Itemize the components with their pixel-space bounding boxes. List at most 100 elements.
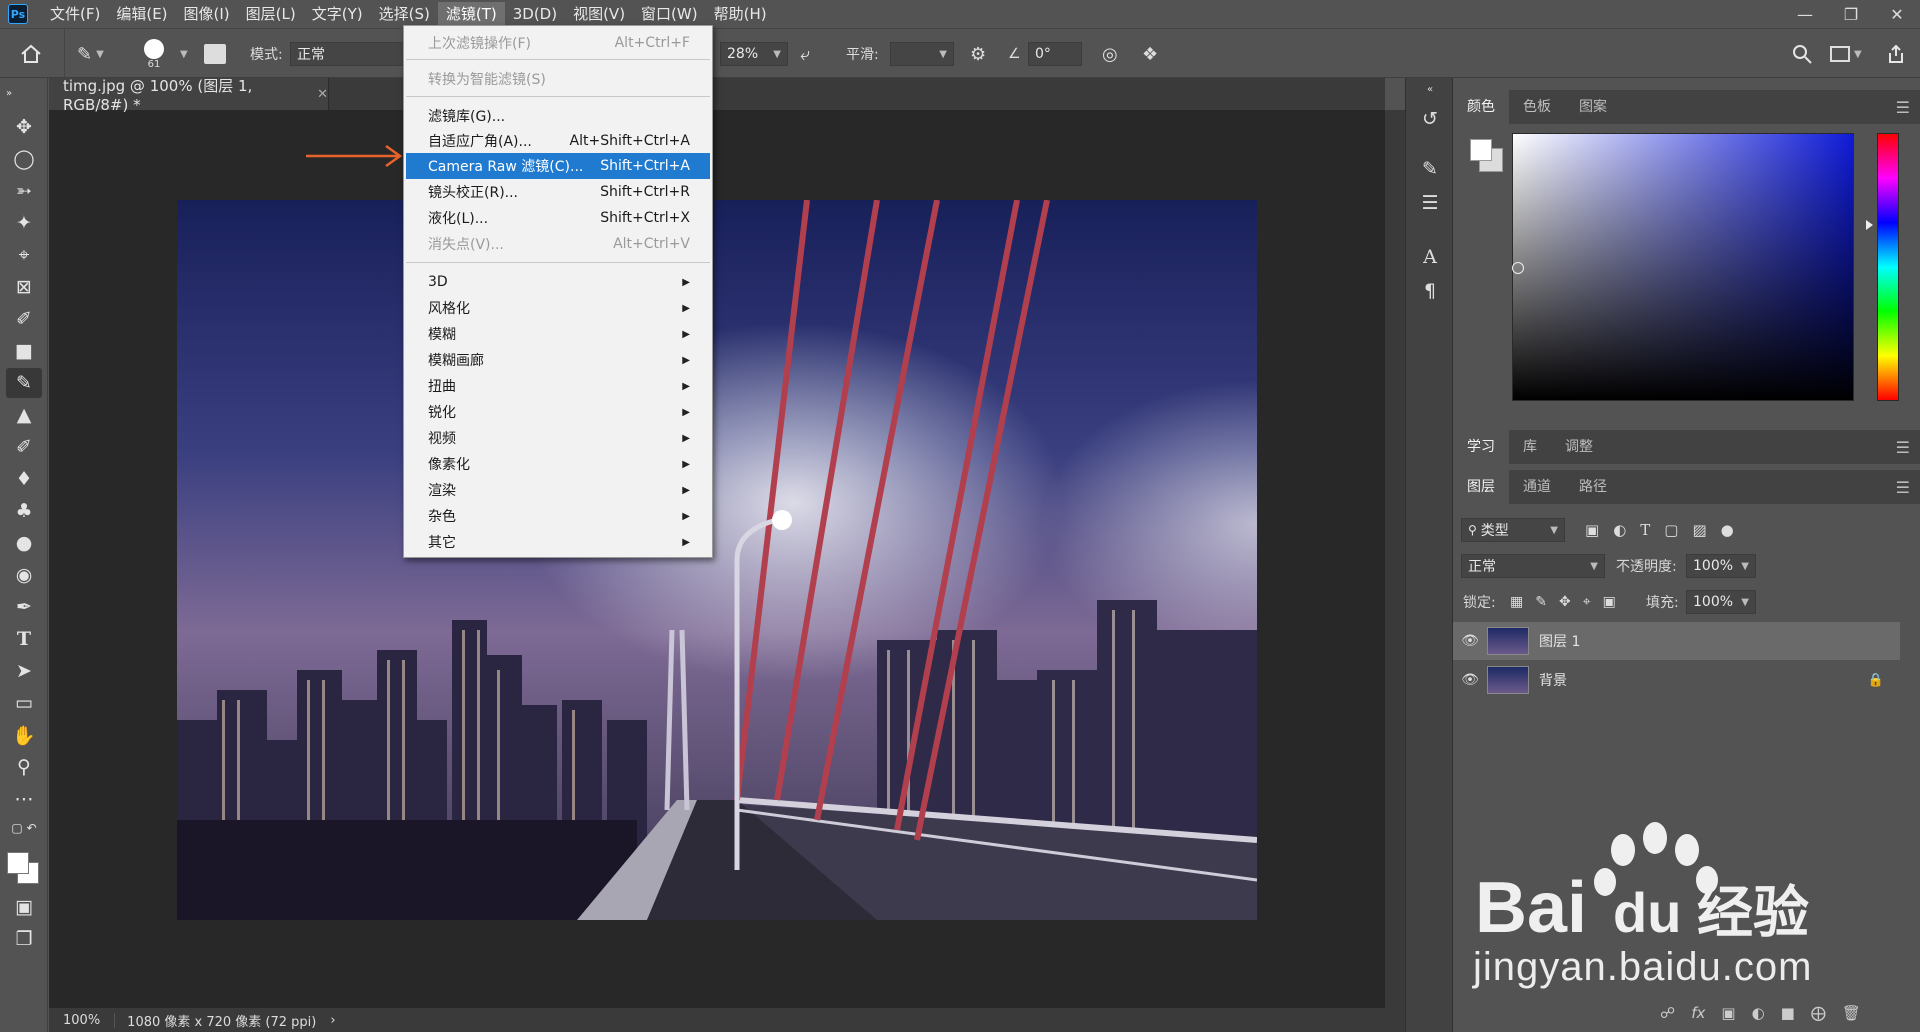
brushes-icon[interactable]: ☰ bbox=[1414, 188, 1446, 218]
lock-pixels-icon[interactable]: ✎ bbox=[1535, 594, 1547, 610]
brush-size-picker[interactable]: 61 bbox=[144, 29, 164, 79]
hue-slider-handle[interactable] bbox=[1866, 220, 1873, 230]
pressure-opacity-icon[interactable]: ◎ bbox=[1102, 29, 1118, 79]
quick-mask-icon[interactable]: ▣ bbox=[6, 892, 42, 922]
pixel-filter-icon[interactable]: ▣ bbox=[1585, 521, 1599, 539]
menu-item-lens-correction[interactable]: 镜头校正(R)... Shift+Ctrl+R bbox=[406, 179, 710, 205]
trash-icon[interactable]: 🗑 bbox=[1842, 1004, 1861, 1022]
document-tab[interactable]: timg.jpg @ 100% (图层 1, RGB/8#) * ✕ bbox=[49, 77, 329, 114]
panel-menu-icon[interactable]: ☰ bbox=[1896, 98, 1910, 117]
pen-tool-icon[interactable]: ✒ bbox=[6, 592, 42, 622]
link-layers-icon[interactable]: ☍ bbox=[1660, 1004, 1675, 1022]
menu-type[interactable]: 文字(Y) bbox=[304, 2, 371, 26]
panel-menu-icon[interactable]: ☰ bbox=[1896, 438, 1910, 457]
vertical-scrollbar[interactable] bbox=[1385, 110, 1405, 1008]
brush-settings-icon[interactable]: ✎ bbox=[1414, 154, 1446, 184]
tab-learn[interactable]: 学习 bbox=[1453, 430, 1509, 464]
menu-help[interactable]: 帮助(H) bbox=[706, 2, 775, 26]
lock-transparent-icon[interactable]: ▦ bbox=[1510, 594, 1523, 610]
add-mask-icon[interactable]: ▣ bbox=[1721, 1004, 1735, 1022]
marquee-tool-icon[interactable]: ◯ bbox=[6, 144, 42, 174]
screen-mode-icon[interactable]: ❐ bbox=[6, 924, 42, 954]
share-icon[interactable] bbox=[1886, 29, 1906, 79]
menu-select[interactable]: 选择(S) bbox=[371, 2, 438, 26]
chevron-right-icon[interactable]: › bbox=[316, 1013, 335, 1028]
minimize-icon[interactable]: — bbox=[1782, 0, 1828, 28]
history-icon[interactable]: ↺ bbox=[1414, 104, 1446, 134]
menu-image[interactable]: 图像(I) bbox=[176, 2, 238, 26]
lock-position-icon[interactable]: ✥ bbox=[1559, 594, 1571, 610]
menu-item-stylize[interactable]: 风格化 ▶ bbox=[406, 295, 710, 321]
tab-swatches[interactable]: 色板 bbox=[1509, 90, 1565, 124]
search-icon[interactable] bbox=[1792, 29, 1812, 79]
menu-item-blur[interactable]: 模糊 ▶ bbox=[406, 321, 710, 347]
menu-3d[interactable]: 3D(D) bbox=[505, 2, 565, 26]
layer-name[interactable]: 图层 1 bbox=[1539, 631, 1580, 651]
lock-all-icon[interactable]: ▣ bbox=[1603, 594, 1616, 610]
layer-name[interactable]: 背景 bbox=[1539, 670, 1567, 690]
menu-item-noise[interactable]: 杂色 ▶ bbox=[406, 503, 710, 529]
menu-item-3d[interactable]: 3D ▶ bbox=[406, 269, 710, 295]
collapse-icon[interactable]: » bbox=[6, 86, 42, 100]
dodge-tool-icon[interactable]: ◉ bbox=[6, 560, 42, 590]
menu-layer[interactable]: 图层(L) bbox=[238, 2, 304, 26]
color-field[interactable] bbox=[1512, 133, 1854, 401]
tab-libraries[interactable]: 库 bbox=[1509, 430, 1551, 464]
menu-filter[interactable]: 滤镜(T) bbox=[437, 2, 505, 26]
type-filter-icon[interactable]: T bbox=[1640, 521, 1650, 539]
tab-patterns[interactable]: 图案 bbox=[1565, 90, 1621, 124]
workspace-icon[interactable]: ▼ bbox=[1830, 29, 1862, 79]
smoothing-input[interactable]: ▼ bbox=[890, 42, 954, 66]
layer-row[interactable]: 👁 图层 1 bbox=[1453, 622, 1900, 660]
brush-tool-icon[interactable]: ✎ bbox=[6, 368, 42, 398]
tab-color[interactable]: 颜色 bbox=[1453, 90, 1509, 124]
color-picker-cursor[interactable] bbox=[1512, 262, 1524, 274]
menu-item-distort[interactable]: 扭曲 ▶ bbox=[406, 373, 710, 399]
adjustment-layer-icon[interactable]: ◐ bbox=[1752, 1004, 1765, 1022]
adjustment-filter-icon[interactable]: ◐ bbox=[1613, 521, 1626, 539]
menu-item-filter-gallery[interactable]: 滤镜库(G)... bbox=[406, 103, 710, 129]
eraser-tool-icon[interactable]: ♦ bbox=[6, 464, 42, 494]
airbrush-icon[interactable]: ⤶ bbox=[800, 29, 810, 79]
path-selection-tool-icon[interactable]: ➤ bbox=[6, 656, 42, 686]
menu-item-video[interactable]: 视频 ▶ bbox=[406, 425, 710, 451]
gear-icon[interactable]: ⚙ bbox=[970, 29, 986, 79]
magic-wand-tool-icon[interactable]: ✦ bbox=[6, 208, 42, 238]
blur-tool-icon[interactable]: ● bbox=[6, 528, 42, 558]
menu-item-pixelate[interactable]: 像素化 ▶ bbox=[406, 451, 710, 477]
tab-layers[interactable]: 图层 bbox=[1453, 470, 1509, 504]
hue-slider[interactable] bbox=[1877, 133, 1899, 401]
rectangle-tool-icon[interactable]: ▭ bbox=[6, 688, 42, 718]
menu-edit[interactable]: 编辑(E) bbox=[108, 2, 175, 26]
blend-mode-select[interactable]: 正常 ▼ bbox=[1461, 554, 1605, 578]
lock-artboard-icon[interactable]: ⌖ bbox=[1583, 594, 1591, 610]
menu-file[interactable]: 文件(F) bbox=[42, 2, 108, 26]
eyedropper-tool-icon[interactable]: ✐ bbox=[6, 304, 42, 334]
type-tool-icon[interactable]: T bbox=[6, 624, 42, 654]
lasso-tool-icon[interactable]: ➳ bbox=[6, 176, 42, 206]
opacity-input[interactable]: 100% ▼ bbox=[1686, 554, 1756, 578]
stamp-tool-icon[interactable]: ▲ bbox=[6, 400, 42, 430]
mode-select[interactable]: 正常 bbox=[290, 42, 406, 66]
hand-tool-icon[interactable]: ✋ bbox=[6, 720, 42, 750]
fill-input[interactable]: 100% ▼ bbox=[1686, 590, 1756, 614]
brush-tool-preset[interactable]: ✎ ▼ bbox=[64, 29, 104, 79]
collapse-icon[interactable]: « bbox=[1414, 82, 1446, 96]
menu-item-liquify[interactable]: 液化(L)... Shift+Ctrl+X bbox=[406, 205, 710, 231]
history-brush-tool-icon[interactable]: ✐ bbox=[6, 432, 42, 462]
visibility-eye-icon[interactable]: 👁 bbox=[1453, 633, 1487, 649]
zoom-tool-icon[interactable]: ⚲ bbox=[6, 752, 42, 782]
canvas-image[interactable] bbox=[177, 200, 1257, 920]
brush-settings-icon[interactable] bbox=[204, 29, 226, 79]
filter-toggle-icon[interactable]: ● bbox=[1721, 521, 1734, 539]
menu-item-adaptive-wide-angle[interactable]: 自适应广角(A)... Alt+Shift+Ctrl+A bbox=[406, 128, 710, 154]
tab-paths[interactable]: 路径 bbox=[1565, 470, 1621, 504]
menu-window[interactable]: 窗口(W) bbox=[633, 2, 706, 26]
fx-icon[interactable]: fx bbox=[1691, 1004, 1705, 1022]
symmetry-icon[interactable]: ❖ bbox=[1142, 29, 1158, 79]
menu-item-camera-raw[interactable]: Camera Raw 滤镜(C)... Shift+Ctrl+A bbox=[406, 153, 710, 179]
group-folder-icon[interactable]: ■ bbox=[1781, 1004, 1795, 1022]
smart-object-filter-icon[interactable]: ▨ bbox=[1692, 521, 1706, 539]
layer-filter-select[interactable]: ⚲ 类型 ▼ bbox=[1461, 518, 1565, 542]
crop-tool-icon[interactable]: ⌖ bbox=[6, 240, 42, 270]
